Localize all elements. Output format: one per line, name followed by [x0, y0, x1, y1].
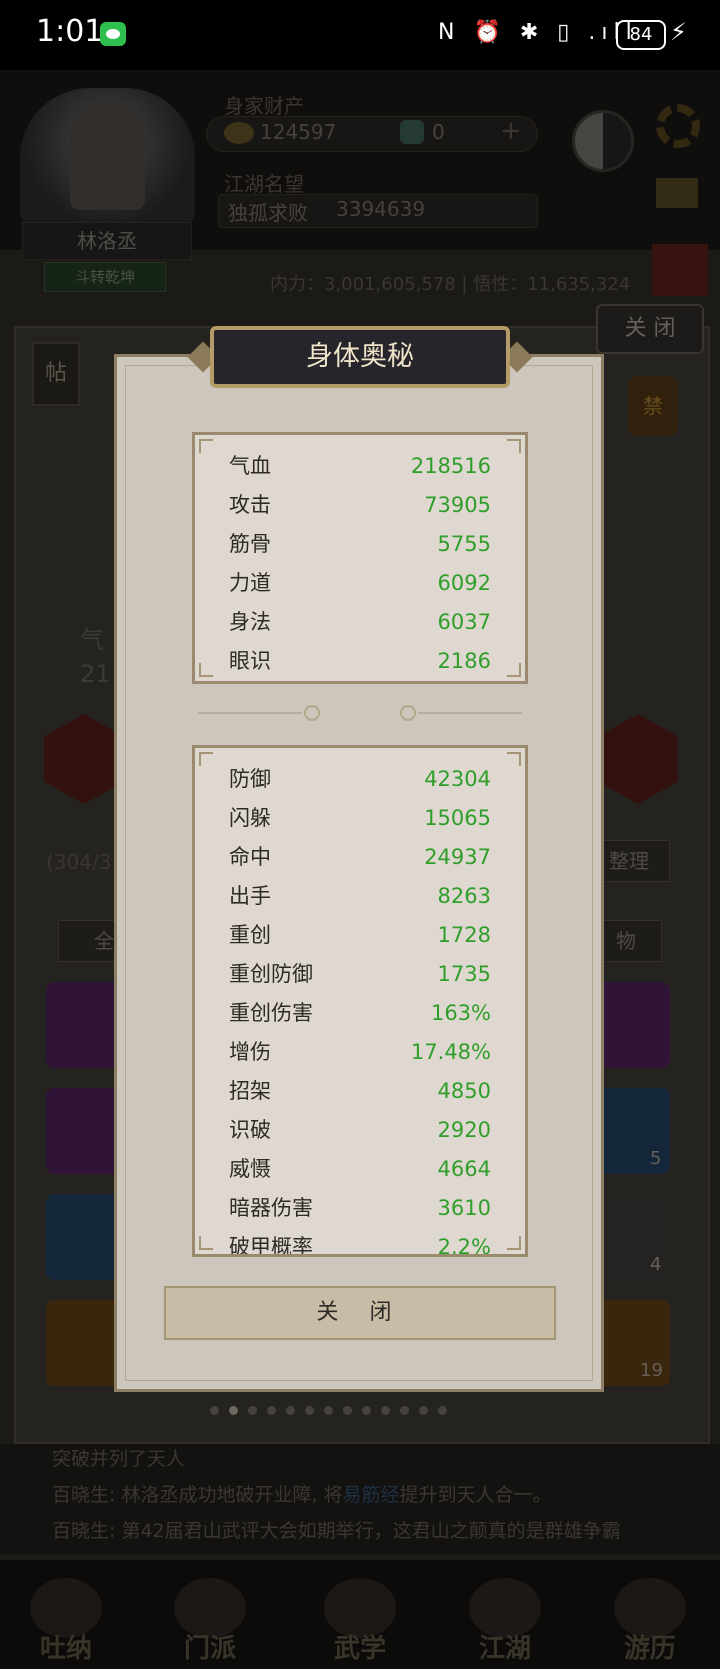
corner-ornament — [507, 1236, 521, 1250]
stat-label: 攻击 — [229, 493, 271, 517]
corner-ornament — [507, 663, 521, 677]
stat-label: 破甲概率 — [229, 1235, 313, 1257]
base-stats-box: 气血 218516 攻击 73905 筋骨 5755 力道 6092 身法 6037 眼识 2186 — [192, 432, 528, 684]
corner-ornament — [199, 439, 213, 453]
close-button[interactable]: 关 闭 — [164, 1286, 556, 1340]
stat-label: 暗器伤害 — [229, 1196, 313, 1220]
stat-label: 重创 — [229, 923, 271, 947]
modal-title: 身体奥秘 — [210, 326, 510, 388]
stat-value: 1735 — [437, 962, 491, 986]
corner-ornament — [507, 439, 521, 453]
divider-line — [198, 712, 302, 714]
stat-label: 身法 — [229, 610, 271, 634]
stat-value: 4664 — [437, 1157, 491, 1181]
stat-value: 2920 — [437, 1118, 491, 1142]
status-bar: 1:01 N ⏰ ✱ ▯ .ıll 84 ⚡ — [0, 0, 720, 70]
stat-label: 闪躲 — [229, 806, 271, 830]
stat-row: 筋骨 5755 — [229, 525, 491, 564]
divider-line — [418, 712, 522, 714]
stat-value: 218516 — [410, 454, 491, 478]
stat-label: 筋骨 — [229, 532, 271, 556]
stat-row: 威慑 4664 — [229, 1150, 491, 1189]
stat-row: 闪躲 15065 — [229, 799, 491, 838]
stat-value: 6092 — [437, 571, 491, 595]
stat-row: 重创 1728 — [229, 916, 491, 955]
stat-row: 身法 6037 — [229, 603, 491, 642]
stat-row: 防御 42304 — [229, 760, 491, 799]
stat-label: 重创伤害 — [229, 1001, 313, 1025]
stat-label: 重创防御 — [229, 962, 313, 986]
stat-value: 163% — [430, 1001, 491, 1025]
charging-icon: ⚡ — [670, 18, 687, 46]
stat-value: 2.2% — [437, 1235, 491, 1257]
stat-value: 1728 — [437, 923, 491, 947]
stat-value: 4850 — [437, 1079, 491, 1103]
stat-value: 73905 — [424, 493, 491, 517]
stat-label: 眼识 — [229, 649, 271, 673]
stat-value: 24937 — [424, 845, 491, 869]
corner-ornament — [199, 663, 213, 677]
stat-row: 命中 24937 — [229, 838, 491, 877]
stat-label: 力道 — [229, 571, 271, 595]
stat-row: 重创防御 1735 — [229, 955, 491, 994]
status-time: 1:01 — [36, 14, 104, 49]
stat-row: 攻击 73905 — [229, 486, 491, 525]
stat-value: 17.48% — [410, 1040, 491, 1064]
divider-ornament-icon — [304, 705, 320, 721]
stat-row: 重创伤害 163% — [229, 994, 491, 1033]
battery-indicator: 84 — [616, 20, 666, 50]
section-divider — [198, 705, 522, 721]
stat-row: 气血 218516 — [229, 447, 491, 486]
stat-row: 眼识 2186 — [229, 642, 491, 681]
stat-row: 招架 4850 — [229, 1072, 491, 1111]
stat-label: 出手 — [229, 884, 271, 908]
stat-value: 6037 — [437, 610, 491, 634]
stat-label: 命中 — [229, 845, 271, 869]
corner-ornament — [199, 752, 213, 766]
stat-value: 2186 — [437, 649, 491, 673]
stat-label: 招架 — [229, 1079, 271, 1103]
combat-stats-box[interactable]: 防御 42304 闪躲 15065 命中 24937 出手 8263 重创 1728 重创防御 173… — [192, 745, 528, 1257]
stat-row: 破甲概率 2.2% — [229, 1228, 491, 1257]
stat-value: 15065 — [424, 806, 491, 830]
divider-ornament-icon — [400, 705, 416, 721]
status-icons: N ⏰ ✱ ▯ .ıll — [438, 20, 638, 45]
stat-row: 增伤 17.48% — [229, 1033, 491, 1072]
stat-label: 气血 — [229, 454, 271, 478]
stat-value: 8263 — [437, 884, 491, 908]
stat-value: 3610 — [437, 1196, 491, 1220]
stat-label: 防御 — [229, 767, 271, 791]
corner-ornament — [199, 1236, 213, 1250]
stat-row: 力道 6092 — [229, 564, 491, 603]
stat-label: 识破 — [229, 1118, 271, 1142]
corner-ornament — [507, 752, 521, 766]
stat-row: 识破 2920 — [229, 1111, 491, 1150]
stat-label: 威慑 — [229, 1157, 271, 1181]
stat-value: 5755 — [437, 532, 491, 556]
wechat-icon — [100, 22, 126, 46]
stat-label: 增伤 — [229, 1040, 271, 1064]
stat-row: 暗器伤害 3610 — [229, 1189, 491, 1228]
stat-row: 出手 8263 — [229, 877, 491, 916]
stat-value: 42304 — [424, 767, 491, 791]
